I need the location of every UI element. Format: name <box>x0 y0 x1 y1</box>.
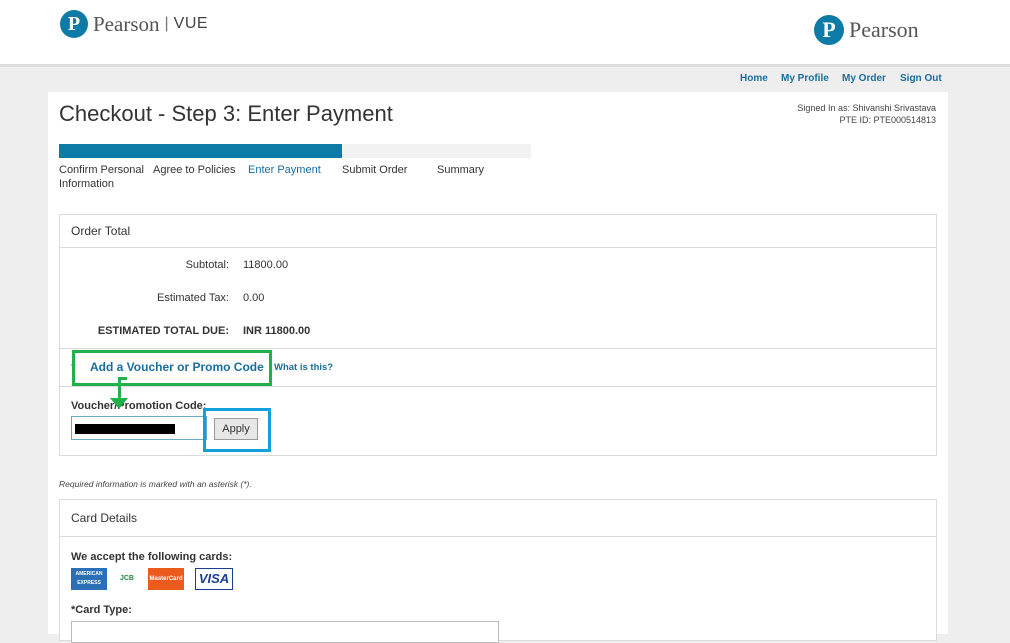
card-details-heading: Card Details <box>71 511 138 525</box>
total-due-label: ESTIMATED TOTAL DUE: <box>97 325 229 337</box>
arrow-down-icon <box>110 398 128 409</box>
progress-fill <box>59 144 343 158</box>
pearson-p-icon: P <box>60 10 88 38</box>
card-details-box <box>59 499 937 641</box>
jcb-card-icon: JCB <box>115 568 139 590</box>
divider <box>60 536 936 537</box>
nav-my-order-link[interactable]: My Order <box>842 73 886 84</box>
amex-card-icon: AMERICAN EXPRESS <box>71 568 107 590</box>
divider <box>60 386 936 387</box>
nav-sign-out-link[interactable]: Sign Out <box>900 73 942 84</box>
highlight-box-blue <box>203 408 271 452</box>
card-type-label: *Card Type: <box>71 604 132 616</box>
visa-card-icon: VISA <box>195 568 233 590</box>
pte-id: PTE ID: PTE000514813 <box>839 115 936 125</box>
redacted-value <box>75 424 175 434</box>
brand-sub: VUE <box>173 15 209 32</box>
accepted-cards-label: We accept the following cards: <box>71 551 233 563</box>
page-title: Checkout - Step 3: Enter Payment <box>59 101 393 126</box>
divider <box>60 247 936 248</box>
mastercard-card-icon: MasterCard <box>148 568 184 590</box>
step-label-line2: Information <box>59 178 115 190</box>
top-header: P Pearson | VUE P Pearson <box>0 0 1010 67</box>
order-total-heading: Order Total <box>71 224 131 238</box>
total-due-value: INR 11800.00 <box>243 325 311 337</box>
nav-home-link[interactable]: Home <box>740 73 768 84</box>
subtotal-value: 11800.00 <box>243 259 289 271</box>
highlight-box-green <box>72 350 272 386</box>
step-confirm-info: Confirm Personal Information <box>59 163 144 191</box>
pearson-logo: P Pearson <box>814 15 919 45</box>
step-agree-policies: Agree to Policies <box>153 164 236 176</box>
card-type-select[interactable] <box>71 621 499 643</box>
subtotal-label: Subtotal: <box>185 259 229 271</box>
required-note: Required information is marked with an a… <box>59 479 252 489</box>
pearson-p-icon: P <box>814 15 844 45</box>
checkout-progress-bar <box>59 144 531 158</box>
brand-name-right: Pearson <box>849 17 919 42</box>
divider <box>60 348 936 349</box>
signed-in-info: Signed In as: Shivanshi Srivastava PTE I… <box>736 102 936 126</box>
signed-in-as: Signed In as: Shivanshi Srivastava <box>797 103 936 113</box>
what-is-this-link[interactable]: What is this? <box>274 362 333 373</box>
step-summary: Summary <box>437 164 485 176</box>
voucher-field-label: Voucher/Promotion Code: <box>71 400 207 412</box>
step-label: Confirm Personal <box>59 164 144 176</box>
step-enter-payment: Enter Payment <box>248 164 321 176</box>
pearson-vue-logo[interactable]: P Pearson | VUE <box>60 9 208 39</box>
brand-name: Pearson <box>93 11 160 36</box>
tax-label: Estimated Tax: <box>157 292 229 304</box>
brand-separator: | <box>164 15 169 32</box>
tax-value: 0.00 <box>243 292 265 304</box>
step-submit-order: Submit Order <box>342 164 408 176</box>
nav-my-profile-link[interactable]: My Profile <box>781 73 829 84</box>
